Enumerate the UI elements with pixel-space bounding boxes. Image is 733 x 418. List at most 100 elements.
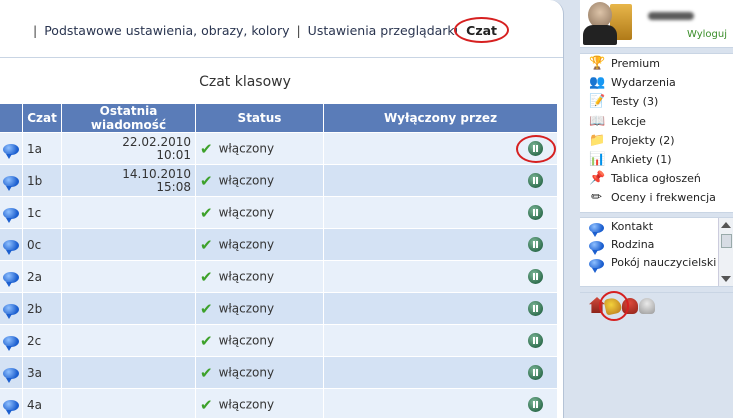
contact-item[interactable]: Rodzina	[580, 236, 733, 255]
chat-bubble-icon[interactable]	[3, 399, 19, 415]
pause-icon[interactable]	[528, 173, 543, 188]
menu-item-label: Wydarzenia	[611, 76, 676, 90]
logout-link[interactable]: Wyloguj	[687, 29, 727, 40]
breadcrumb-link-basic-settings[interactable]: Podstawowe ustawienia, obrazy, kolory	[44, 23, 289, 38]
contacts-scrollbar[interactable]	[718, 218, 733, 286]
last-message-time: 15:08	[156, 179, 191, 194]
contact-item[interactable]: Kontakt	[580, 218, 733, 237]
menu-item-label: Lekcje	[611, 114, 646, 128]
table-row: 1a 22.02.2010 10:01 ✔ włączony	[0, 133, 558, 164]
extra-tool-icon[interactable]	[639, 298, 655, 314]
chat-bubble-icon[interactable]	[3, 207, 19, 223]
chat-name: 1b	[23, 165, 62, 196]
chat-bubble-icon[interactable]	[3, 239, 19, 255]
check-icon: ✔	[200, 299, 213, 318]
check-icon: ✔	[200, 203, 213, 222]
last-message-cell: 14.10.2010 15:08	[62, 165, 196, 196]
menu-item[interactable]: 👥 Wydarzenia	[580, 73, 733, 92]
status-cell: ✔ włączony	[196, 165, 324, 196]
user-box: Wyloguj	[580, 0, 733, 48]
check-icon: ✔	[200, 139, 213, 158]
chat-bubble-icon[interactable]	[3, 175, 19, 191]
pause-icon[interactable]	[528, 365, 543, 380]
avatar-body	[583, 25, 617, 45]
status-cell: ✔ włączony	[196, 293, 324, 324]
last-message-cell	[62, 229, 196, 260]
menu-item[interactable]: 🏆 Premium	[580, 54, 733, 73]
side-menu: 🏆 Premium 👥 Wydarzenia 📝 Testy (3) 📖 Lekcje 📁 Pro…	[580, 53, 733, 213]
chat-name: 3a	[23, 357, 62, 388]
menu-item[interactable]: 📌 Tablica ogłoszeń	[580, 169, 733, 188]
main-panel: | Podstawowe ustawienia, obrazy, kolory …	[0, 0, 564, 418]
check-icon: ✔	[200, 235, 213, 254]
last-message-cell	[62, 357, 196, 388]
header-status: Status	[196, 104, 324, 132]
menu-item[interactable]: 📖 Lekcje	[580, 112, 733, 131]
chat-bubble-icon[interactable]	[3, 303, 19, 319]
scroll-up-arrow-icon[interactable]	[721, 222, 731, 228]
check-icon: ✔	[200, 363, 213, 382]
disabled-by-cell	[324, 197, 558, 228]
breadcrumb-link-browser-settings[interactable]: Ustawienia przeglądarki	[308, 23, 458, 38]
chat-bubble-icon[interactable]	[3, 367, 19, 383]
scroll-thumb[interactable]	[721, 234, 732, 248]
contacts-list: Kontakt Rodzina Pokój nauczycielski	[580, 217, 733, 287]
trophy-icon: 🏆	[589, 56, 606, 71]
chat-icon-cell	[0, 293, 23, 324]
last-message-time: 10:01	[156, 147, 191, 162]
chat-bubble-icon[interactable]	[3, 271, 19, 287]
header-chat: Czat	[23, 104, 62, 132]
breadcrumb-active-chat[interactable]: Czat	[462, 23, 501, 38]
test-icon: 📝	[589, 94, 606, 110]
book-icon: 📖	[589, 113, 606, 129]
contact-label: Pokój nauczycielski	[611, 256, 717, 269]
pause-icon[interactable]	[528, 141, 543, 156]
status-cell: ✔ włączony	[196, 229, 324, 260]
check-icon: ✔	[200, 395, 213, 414]
pause-icon[interactable]	[528, 237, 543, 252]
chat-name: 2b	[23, 293, 62, 324]
chat-icon-cell	[0, 133, 23, 164]
menu-item[interactable]: 📁 Projekty (2)	[580, 131, 733, 150]
notice-board-icon: 📌	[589, 171, 606, 187]
last-message-cell	[62, 197, 196, 228]
status-cell: ✔ włączony	[196, 389, 324, 418]
pause-icon[interactable]	[528, 205, 543, 220]
last-message-cell	[62, 325, 196, 356]
header-disabled-by: Wyłączony przez	[324, 104, 558, 132]
survey-icon: 📊	[589, 151, 606, 167]
pause-icon[interactable]	[528, 397, 543, 412]
last-message-cell	[62, 293, 196, 324]
chat-icon-cell	[0, 389, 23, 418]
menu-item[interactable]: 📊 Ankiety (1)	[580, 150, 733, 169]
status-text: włączony	[218, 301, 275, 315]
chat-name: 2c	[23, 325, 62, 356]
project-icon: 📁	[589, 132, 606, 148]
header-icon-col	[0, 104, 23, 132]
chat-icon-cell	[0, 357, 23, 388]
grades-icon: ✏	[591, 190, 602, 206]
user-name-blurred	[648, 12, 694, 20]
status-text: włączony	[218, 333, 275, 347]
status-cell: ✔ włączony	[196, 133, 324, 164]
pause-icon[interactable]	[528, 333, 543, 348]
pause-icon[interactable]	[528, 269, 543, 284]
breadcrumb: | Podstawowe ustawienia, obrazy, kolory …	[30, 23, 501, 38]
chat-bubble-icon[interactable]	[3, 143, 19, 159]
menu-item[interactable]: 📝 Testy (3)	[580, 92, 733, 111]
last-message-cell	[62, 389, 196, 418]
status-cell: ✔ włączony	[196, 197, 324, 228]
menu-item[interactable]: ✏ Oceny i frekwencja	[580, 188, 733, 207]
scroll-down-arrow-icon[interactable]	[721, 276, 731, 282]
highlight-circle	[516, 135, 556, 163]
disabled-by-cell	[324, 133, 558, 164]
chat-icon-cell	[0, 165, 23, 196]
contact-item[interactable]: Pokój nauczycielski	[580, 254, 733, 273]
status-text: włączony	[218, 173, 275, 187]
status-cell: ✔ włączony	[196, 325, 324, 356]
chat-bubble-icon[interactable]	[3, 335, 19, 351]
tool-icons-bar	[580, 291, 733, 321]
pause-icon[interactable]	[528, 301, 543, 316]
table-row: 2c ✔ włączony	[0, 325, 558, 356]
table-row: 2b ✔ włączony	[0, 293, 558, 324]
